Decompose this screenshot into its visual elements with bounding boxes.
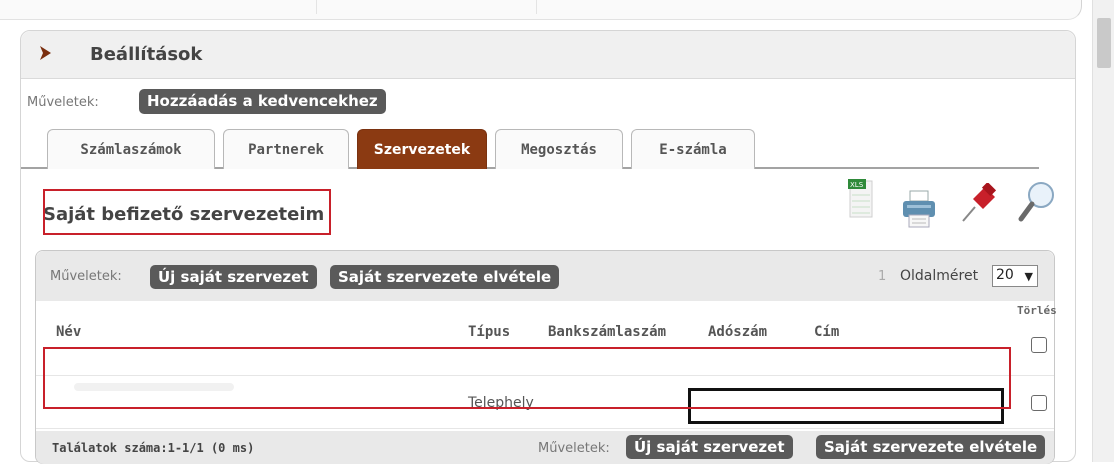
settings-panel: Beállítások Műveletek: Hozzáadás a kedve…	[20, 30, 1076, 464]
tab-szamlaszamok[interactable]: Számlaszámok	[47, 129, 215, 169]
scrollbar-thumb[interactable]	[1097, 18, 1111, 68]
chevron-right-icon	[40, 46, 51, 60]
select-all-checkbox[interactable]	[1031, 337, 1047, 353]
remove-organization-button[interactable]: Saját szervezete elvétele	[330, 265, 560, 289]
delete-checkbox[interactable]	[1031, 395, 1047, 411]
column-header-name[interactable]: Név	[56, 324, 81, 340]
column-header-tax-number[interactable]: Adószám	[708, 324, 767, 340]
top-divider	[316, 0, 317, 14]
new-organization-button[interactable]: Új saját szervezet	[626, 435, 793, 459]
pin-icon[interactable]	[959, 183, 999, 225]
list-toolbar: Műveletek: Új saját szervezet Saját szer…	[36, 251, 1054, 301]
top-divider	[536, 0, 537, 14]
page-size-label: Oldalméret	[900, 268, 979, 284]
new-organization-button[interactable]: Új saját szervezet	[150, 265, 317, 289]
tab-szervezetek[interactable]: Szervezetek	[357, 129, 487, 169]
excel-export-icon[interactable]: XLS	[847, 177, 875, 219]
column-header-delete: Törlés	[1017, 304, 1057, 317]
actions-label: Műveletek:	[538, 441, 610, 456]
svg-text:XLS: XLS	[850, 181, 864, 189]
panel-header[interactable]: Beállítások	[21, 31, 1075, 79]
actions-label: Műveletek:	[27, 95, 99, 110]
actions-label: Műveletek:	[50, 269, 122, 284]
vertical-scrollbar[interactable]	[1092, 0, 1114, 462]
column-header-type[interactable]: Típus	[468, 324, 510, 340]
page-size-value: 20	[996, 267, 1014, 283]
row-divider	[36, 428, 1054, 429]
highlight-box	[43, 189, 331, 235]
column-header-address[interactable]: Cím	[814, 324, 839, 340]
page-size-select[interactable]: 20 ▼	[992, 265, 1038, 287]
search-icon[interactable]	[1017, 179, 1057, 227]
page-number[interactable]: 1	[878, 269, 886, 284]
highlight-box	[43, 347, 1011, 409]
add-to-favorites-button[interactable]: Hozzáadás a kedvencekhez	[139, 89, 386, 114]
tab-megosztas[interactable]: Megosztás	[495, 129, 623, 169]
panel-title: Beállítások	[90, 44, 203, 65]
print-icon[interactable]	[901, 189, 937, 229]
results-count: Találatok száma:1-1/1 (0 ms)	[52, 441, 255, 455]
top-strip	[0, 0, 1082, 20]
tab-partnerek[interactable]: Partnerek	[223, 129, 349, 169]
chevron-down-icon: ▼	[1024, 270, 1033, 283]
list-footer: Találatok száma:1-1/1 (0 ms) Műveletek: …	[36, 431, 1054, 464]
tab-bar: Számlaszámok Partnerek Szervezetek Megos…	[21, 127, 1039, 169]
remove-organization-button[interactable]: Saját szervezete elvétele	[816, 435, 1046, 459]
column-header-bank-account[interactable]: Bankszámlaszám	[548, 324, 666, 340]
tab-e-szamla[interactable]: E-számla	[631, 129, 755, 169]
